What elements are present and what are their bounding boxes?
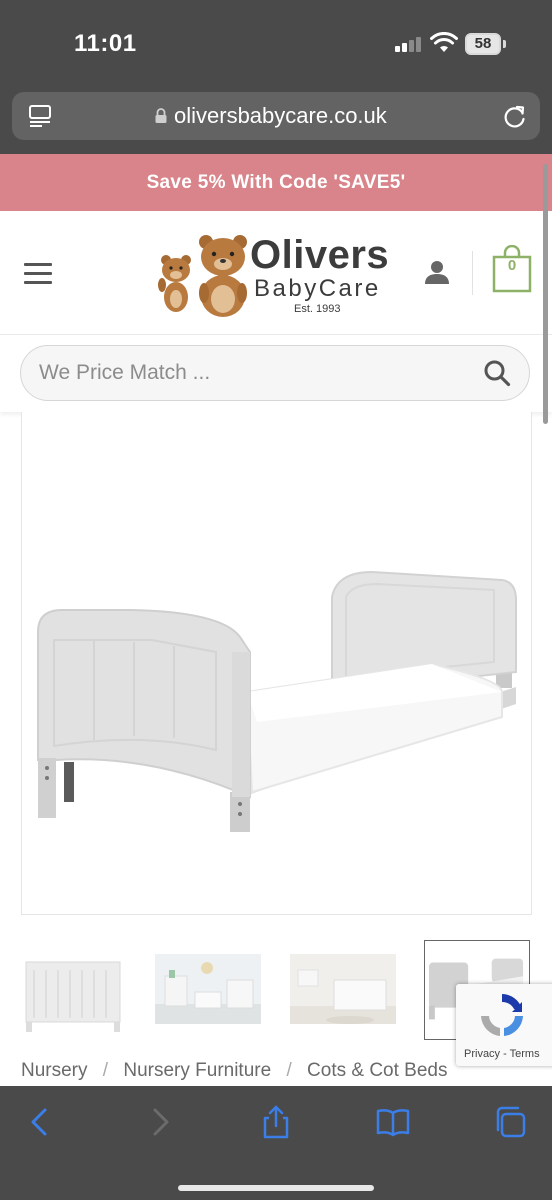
thumbnail-3[interactable] (290, 940, 396, 1040)
breadcrumb-item-nursery-furniture[interactable]: Nursery Furniture (123, 1060, 271, 1081)
status-bar: 11:01 58 (0, 0, 552, 88)
recaptcha-icon (481, 994, 523, 1036)
header-divider (472, 251, 473, 295)
cellular-signal-icon (395, 36, 423, 52)
reload-icon[interactable] (502, 104, 528, 130)
cart-count: 0 (507, 257, 517, 274)
thumbnail-2[interactable] (155, 940, 261, 1040)
cot-bed-product-image[interactable] (32, 492, 522, 832)
share-icon[interactable] (258, 1104, 294, 1140)
account-icon[interactable] (424, 259, 450, 285)
battery-indicator: 58 (465, 33, 501, 55)
recaptcha-links: Privacy - Terms (464, 1048, 540, 1060)
hamburger-icon[interactable] (24, 263, 52, 285)
back-icon[interactable] (22, 1104, 58, 1140)
recaptcha-privacy-link[interactable]: Privacy (464, 1048, 500, 1060)
cart-button[interactable]: 0 (492, 245, 532, 293)
search-box[interactable] (20, 345, 530, 401)
status-time: 11:01 (74, 30, 137, 57)
product-image-frame (21, 412, 532, 915)
wifi-icon (430, 32, 458, 52)
url-text[interactable]: oliversbabycare.co.uk (174, 103, 387, 129)
site-header: Olivers BabyCare Est. 1993 0 (0, 211, 552, 335)
breadcrumb-item-nursery[interactable]: Nursery (21, 1060, 88, 1081)
logo-title: Olivers (250, 233, 390, 277)
breadcrumb-separator: / (102, 1060, 109, 1081)
recaptcha-separator: - (500, 1048, 510, 1060)
breadcrumb-separator: / (286, 1060, 292, 1081)
reader-icon[interactable] (28, 104, 54, 128)
logo-established: Est. 1993 (294, 303, 341, 315)
page-scrollbar[interactable] (543, 164, 548, 424)
recaptcha-terms-link[interactable]: Terms (510, 1048, 540, 1060)
tabs-icon[interactable] (492, 1104, 528, 1140)
bears-logo-icon (158, 235, 247, 317)
breadcrumb-item-cots[interactable]: Cots & Cot Beds (307, 1060, 447, 1081)
breadcrumb: Nursery / Nursery Furniture / Cots & Cot… (21, 1060, 447, 1082)
web-page: Save 5% With Code 'SAVE5' Olivers BabyCa… (0, 154, 552, 1086)
battery-nub (503, 40, 506, 48)
browser-toolbar (0, 1086, 552, 1200)
search-section (0, 334, 552, 412)
address-bar[interactable]: oliversbabycare.co.uk (12, 92, 540, 140)
search-input[interactable] (39, 346, 469, 400)
search-icon[interactable] (483, 359, 511, 387)
recaptcha-badge[interactable]: Privacy - Terms (456, 984, 552, 1066)
thumbnail-1[interactable] (20, 940, 126, 1040)
home-indicator (178, 1185, 374, 1191)
bookmarks-icon[interactable] (375, 1104, 411, 1140)
forward-icon (153, 1108, 169, 1136)
promo-banner[interactable]: Save 5% With Code 'SAVE5' (0, 154, 552, 211)
logo-subtitle: BabyCare (254, 275, 381, 302)
site-logo[interactable]: Olivers BabyCare Est. 1993 (158, 233, 398, 317)
lock-icon (155, 108, 167, 123)
